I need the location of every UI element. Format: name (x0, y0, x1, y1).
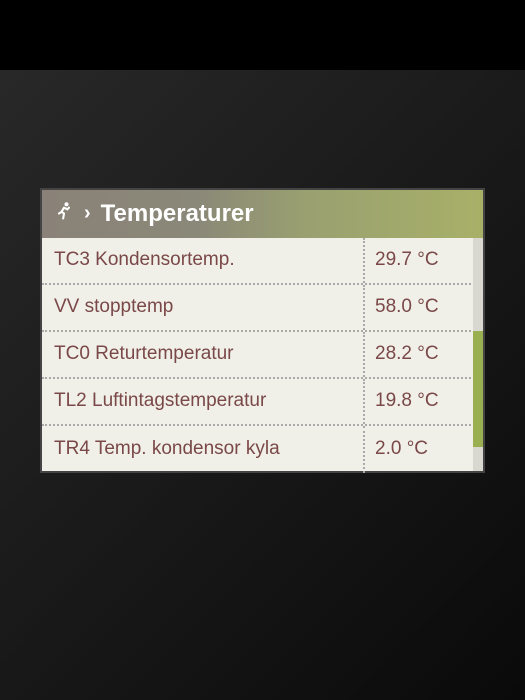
temperature-list: TC3 Kondensortemp. 29.7 °C VV stopptemp … (42, 238, 483, 473)
display-screen: › Temperaturer TC3 Kondensortemp. 29.7 °… (40, 188, 485, 473)
temperature-label: TL2 Luftintagstemperatur (54, 379, 365, 424)
list-item[interactable]: TC0 Returtemperatur 28.2 °C (42, 332, 483, 379)
list-item[interactable]: TR4 Temp. kondensor kyla 2.0 °C (42, 426, 483, 473)
temperature-label: TC3 Kondensortemp. (54, 238, 365, 283)
device-top-bar (0, 0, 525, 70)
chevron-right-icon: › (84, 202, 91, 225)
page-header: › Temperaturer (42, 190, 483, 238)
list-item[interactable]: TL2 Luftintagstemperatur 19.8 °C (42, 379, 483, 426)
temperature-value: 2.0 °C (365, 426, 483, 473)
temperature-value: 19.8 °C (365, 379, 483, 424)
device-frame: › Temperaturer TC3 Kondensortemp. 29.7 °… (0, 0, 525, 700)
temperature-value: 58.0 °C (365, 285, 483, 330)
scrollbar[interactable] (473, 238, 483, 471)
temperature-label: TC0 Returtemperatur (54, 332, 365, 377)
temperature-value: 29.7 °C (365, 238, 483, 283)
list-item[interactable]: TC3 Kondensortemp. 29.7 °C (42, 238, 483, 285)
temperature-label: TR4 Temp. kondensor kyla (54, 426, 365, 473)
page-title: Temperaturer (101, 200, 254, 228)
content-area: TC3 Kondensortemp. 29.7 °C VV stopptemp … (42, 238, 483, 471)
running-icon (54, 201, 74, 226)
temperature-value: 28.2 °C (365, 332, 483, 377)
list-item[interactable]: VV stopptemp 58.0 °C (42, 285, 483, 332)
temperature-label: VV stopptemp (54, 285, 365, 330)
scrollbar-thumb[interactable] (473, 331, 483, 448)
